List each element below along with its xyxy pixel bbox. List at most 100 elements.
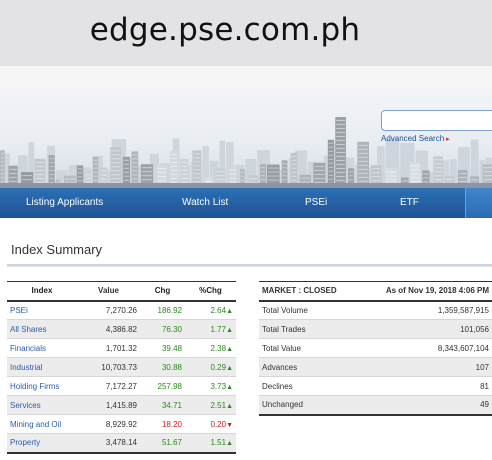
index-pct-value: 1.51 <box>210 438 227 448</box>
index-change: 34.71 <box>161 400 182 410</box>
index-row: Property 3,478.14 51.67 1.51▲ <box>7 433 236 453</box>
market-stat-value: 8,343,607,104 <box>437 343 489 353</box>
index-name-link[interactable]: Services <box>7 396 77 415</box>
index-pct-change: 1.51▲ <box>185 434 236 453</box>
arrow-up-icon: ▲ <box>226 345 233 353</box>
index-summary-table: Index Value Chg %Chg PSEi 7,270.26 186.92 2… <box>7 281 236 454</box>
arrow-up-icon: ▲ <box>226 326 233 334</box>
market-row: Declines 81 <box>259 377 492 396</box>
chevron-right-icon: ▸ <box>446 136 450 143</box>
index-row: Financials 1,701.32 39.48 2.38▲ <box>7 339 236 358</box>
page-top-spacer <box>0 66 492 88</box>
market-stat-label: Total Trades <box>262 324 306 334</box>
section-title: Index Summary <box>11 242 103 257</box>
index-name-link[interactable]: Industrial <box>7 358 77 377</box>
arrow-up-icon: ▲ <box>226 440 233 448</box>
index-change: 186.92 <box>157 305 182 315</box>
nav-etf[interactable]: ETF <box>400 188 419 218</box>
index-row: Industrial 10,703.73 30.88 0.29▲ <box>7 357 236 377</box>
header-banner: Advanced Search ▸ <box>0 88 492 188</box>
index-value: 7,172.27 <box>105 381 137 391</box>
index-change: 257.98 <box>157 381 182 391</box>
index-pct-change: 2.38▲ <box>185 339 236 358</box>
index-pct-value: 0.29 <box>210 362 227 372</box>
index-pct-value: 0.20 <box>210 419 227 429</box>
index-pct-change: 0.20▼ <box>185 415 236 434</box>
market-stat-label: Unchanged <box>262 400 303 410</box>
index-row: All Shares 4,386.82 76.30 1.77▲ <box>7 319 236 339</box>
search-input[interactable] <box>381 110 492 131</box>
market-row: Unchanged 49 <box>259 395 492 415</box>
index-name-link[interactable]: Property <box>7 434 77 453</box>
market-status: MARKET : CLOSED <box>262 286 337 296</box>
market-table-header: MARKET : CLOSED As of Nov 19, 2018 4:06 … <box>259 282 492 301</box>
index-pct-value: 2.51 <box>210 400 227 410</box>
index-value: 3,478.14 <box>105 438 137 448</box>
market-as-of: As of Nov 19, 2018 4:06 PM <box>385 286 489 296</box>
nav-watch-list[interactable]: Watch List <box>182 188 228 218</box>
market-row: Total Value 8,343,607,104 <box>259 339 492 358</box>
index-pct-value: 2.64 <box>210 305 227 315</box>
index-pct-value: 1.77 <box>210 324 227 334</box>
arrow-up-icon: ▲ <box>226 364 233 372</box>
index-row: PSEi 7,270.26 186.92 2.64▲ <box>7 301 236 320</box>
market-row: Advances 107 <box>259 357 492 377</box>
index-name-link[interactable]: All Shares <box>7 320 77 339</box>
market-stat-value: 81 <box>480 381 489 391</box>
index-pct-value: 3.73 <box>210 381 227 391</box>
main-nav: Listing Applicants Watch List PSEi ETF <box>0 188 492 218</box>
arrow-down-icon: ▼ <box>226 421 233 429</box>
market-summary-table: MARKET : CLOSED As of Nov 19, 2018 4:06 … <box>259 281 492 416</box>
index-change: 18.20 <box>161 419 182 429</box>
market-stat-value: 1,359,587,915 <box>437 305 489 315</box>
arrow-up-icon: ▲ <box>226 307 233 315</box>
market-row: Total Volume 1,359,587,915 <box>259 301 492 320</box>
arrow-up-icon: ▲ <box>226 383 233 391</box>
index-row: Holding Firms 7,172.27 257.98 3.73▲ <box>7 377 236 396</box>
index-table-header: Index Value Chg %Chg <box>7 282 236 301</box>
index-pct-value: 2.38 <box>210 343 227 353</box>
index-value: 10,703.73 <box>101 362 137 372</box>
index-name-link[interactable]: Mining and Oil <box>7 415 77 434</box>
index-row: Services 1,415.89 34.71 2.51▲ <box>7 395 236 415</box>
index-name-link[interactable]: Financials <box>7 339 77 358</box>
col-value-header: Value <box>98 286 119 296</box>
col-pct-header: %Chg <box>199 286 222 296</box>
market-stat-value: 49 <box>480 400 489 410</box>
index-value: 1,701.32 <box>105 343 137 353</box>
arrow-up-icon: ▲ <box>226 402 233 410</box>
col-chg-header: Chg <box>154 286 171 296</box>
index-pct-change: 1.77▲ <box>185 320 236 339</box>
index-pct-change: 2.64▲ <box>185 301 236 320</box>
market-stat-value: 107 <box>475 362 489 372</box>
index-row: Mining and Oil 8,929.92 18.20 0.20▼ <box>7 415 236 434</box>
advanced-search-label[interactable]: Advanced Search <box>381 134 444 143</box>
col-index-header: Index <box>31 286 53 296</box>
index-pct-change: 2.51▲ <box>185 396 236 415</box>
index-value: 8,929.92 <box>105 419 137 429</box>
url-text[interactable]: edge.pse.com.ph <box>0 12 450 48</box>
index-value: 7,270.26 <box>105 305 137 315</box>
section-divider <box>7 264 492 267</box>
market-row: Total Trades 101,056 <box>259 319 492 339</box>
index-name-link[interactable]: PSEi <box>7 301 77 320</box>
advanced-search-link[interactable]: Advanced Search ▸ <box>381 134 450 143</box>
index-pct-change: 3.73▲ <box>185 377 236 396</box>
index-change: 39.48 <box>161 343 182 353</box>
market-stat-label: Advances <box>262 362 298 372</box>
index-value: 1,415.89 <box>105 400 137 410</box>
index-change: 30.88 <box>161 362 182 372</box>
index-pct-change: 0.29▲ <box>185 358 236 377</box>
market-stat-label: Declines <box>262 381 293 391</box>
market-stat-label: Total Volume <box>262 305 308 315</box>
index-name-link[interactable]: Holding Firms <box>7 377 77 396</box>
nav-psei[interactable]: PSEi <box>305 188 327 218</box>
index-value: 4,386.82 <box>105 324 137 334</box>
browser-address-bar[interactable]: edge.pse.com.ph <box>0 0 492 66</box>
nav-listing-applicants[interactable]: Listing Applicants <box>26 188 103 218</box>
index-change: 51.67 <box>161 438 182 448</box>
market-stat-value: 101,056 <box>460 324 489 334</box>
index-change: 76.30 <box>161 324 182 334</box>
nav-item-partial[interactable] <box>465 188 492 218</box>
market-stat-label: Total Value <box>262 343 301 353</box>
